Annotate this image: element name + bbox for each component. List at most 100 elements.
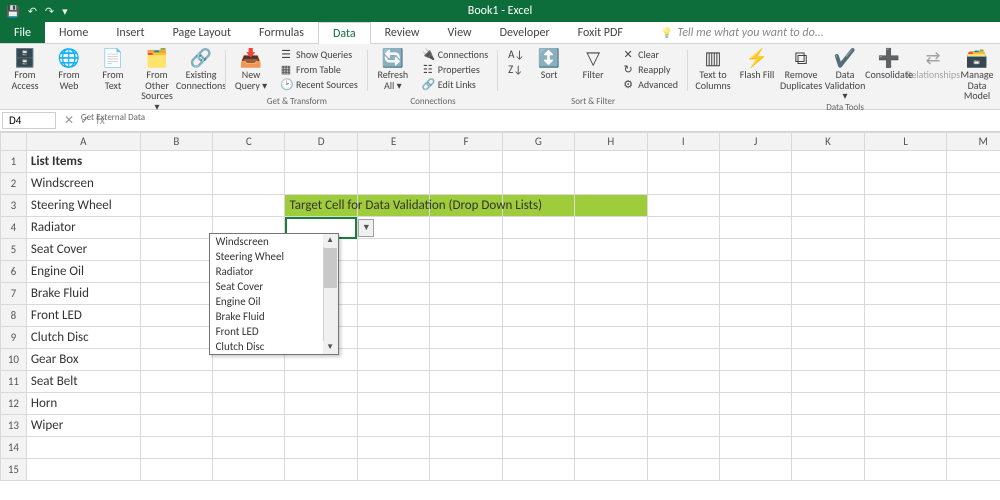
tab-page-layout[interactable]: Page Layout — [159, 22, 245, 43]
refresh-all-button[interactable]: 🔄Refresh All ▾ — [374, 47, 412, 91]
dropdown-option[interactable]: Radiator — [210, 264, 338, 279]
text-to-columns-button[interactable]: ▥Text to Columns — [694, 47, 732, 91]
cell-J15[interactable] — [719, 459, 791, 481]
cell-I8[interactable] — [647, 305, 719, 327]
cell-E6[interactable] — [357, 261, 429, 283]
cell-G1[interactable] — [502, 151, 574, 173]
cell-M14[interactable] — [947, 437, 1000, 459]
column-header[interactable]: B — [140, 133, 212, 151]
cell-G4[interactable] — [502, 217, 574, 239]
edit-links-button[interactable]: 🔗Edit Links — [418, 77, 492, 92]
cell-J2[interactable] — [719, 173, 791, 195]
cell-J4[interactable] — [719, 217, 791, 239]
cell-F10[interactable] — [430, 349, 502, 371]
cell-D14[interactable] — [285, 437, 357, 459]
dropdown-option[interactable]: Steering Wheel — [210, 249, 338, 264]
scrollbar-track[interactable]: ▲ ▼ — [323, 234, 338, 354]
cell-L15[interactable] — [864, 459, 947, 481]
tab-view[interactable]: View — [434, 22, 486, 43]
cell-K11[interactable] — [792, 371, 864, 393]
column-header[interactable]: E — [357, 133, 429, 151]
cell-J3[interactable] — [719, 195, 791, 217]
from-other-sources-button[interactable]: 🗂️From Other Sources ▾ — [138, 47, 176, 112]
cell-L13[interactable] — [864, 415, 947, 437]
cell-F9[interactable] — [430, 327, 502, 349]
cell-J9[interactable] — [719, 327, 791, 349]
cell-C14[interactable] — [213, 437, 285, 459]
cell-K1[interactable] — [792, 151, 864, 173]
cell-K7[interactable] — [792, 283, 864, 305]
from-table-button[interactable]: ▦From Table — [276, 62, 362, 77]
cell-I12[interactable] — [647, 393, 719, 415]
column-header[interactable]: H — [575, 133, 647, 151]
cell-L7[interactable] — [864, 283, 947, 305]
sort-az-button[interactable]: A↓ — [504, 47, 524, 62]
cell-M10[interactable] — [947, 349, 1000, 371]
cell-H1[interactable] — [575, 151, 647, 173]
cell-E10[interactable] — [357, 349, 429, 371]
remove-duplicates-button[interactable]: ⧉Remove Duplicates — [782, 47, 820, 91]
cell-G14[interactable] — [502, 437, 574, 459]
cell-A11[interactable]: Seat Belt — [26, 371, 140, 393]
cell-F6[interactable] — [430, 261, 502, 283]
cell-F13[interactable] — [430, 415, 502, 437]
cell-L2[interactable] — [864, 173, 947, 195]
cell-C13[interactable] — [213, 415, 285, 437]
cell-J10[interactable] — [719, 349, 791, 371]
cell-H12[interactable] — [575, 393, 647, 415]
cell-E7[interactable] — [357, 283, 429, 305]
column-header[interactable]: J — [719, 133, 791, 151]
cell-L5[interactable] — [864, 239, 947, 261]
cell-E11[interactable] — [357, 371, 429, 393]
column-header[interactable]: G — [502, 133, 574, 151]
from-web-button[interactable]: 🌐From Web — [50, 47, 88, 91]
recent-sources-button[interactable]: 🕑Recent Sources — [276, 77, 362, 92]
existing-connections-button[interactable]: 🔗Existing Connections — [182, 47, 220, 91]
cell-J8[interactable] — [719, 305, 791, 327]
column-header[interactable]: F — [430, 133, 502, 151]
cell-D2[interactable] — [285, 173, 357, 195]
cell-B15[interactable] — [140, 459, 212, 481]
dropdown-option[interactable]: Clutch Disc — [210, 339, 338, 354]
cell-F12[interactable] — [430, 393, 502, 415]
cell-D3[interactable]: Target Cell for Data Validation (Drop Do… — [285, 195, 357, 217]
new-query-button[interactable]: 📥New Query ▾ — [232, 47, 270, 91]
dropdown-option[interactable]: Seat Cover — [210, 279, 338, 294]
row-header[interactable]: 15 — [1, 459, 27, 481]
cell-L4[interactable] — [864, 217, 947, 239]
cell-L12[interactable] — [864, 393, 947, 415]
cell-K10[interactable] — [792, 349, 864, 371]
cell-C2[interactable] — [213, 173, 285, 195]
row-header[interactable]: 13 — [1, 415, 27, 437]
sort-za-button[interactable]: Z↓ — [504, 62, 524, 77]
redo-icon[interactable]: ↷ — [45, 5, 54, 18]
cell-L3[interactable] — [864, 195, 947, 217]
cell-B2[interactable] — [140, 173, 212, 195]
cell-D12[interactable] — [285, 393, 357, 415]
cell-B5[interactable] — [140, 239, 212, 261]
row-header[interactable]: 8 — [1, 305, 27, 327]
cell-L1[interactable] — [864, 151, 947, 173]
cell-C3[interactable] — [213, 195, 285, 217]
row-header[interactable]: 3 — [1, 195, 27, 217]
cell-J11[interactable] — [719, 371, 791, 393]
cell-D15[interactable] — [285, 459, 357, 481]
cell-F2[interactable] — [430, 173, 502, 195]
cell-I14[interactable] — [647, 437, 719, 459]
data-validation-dropdown-list[interactable]: ▲ ▼ WindscreenSteering WheelRadiatorSeat… — [209, 233, 339, 355]
cell-A1[interactable]: List Items — [26, 151, 140, 173]
cell-M7[interactable] — [947, 283, 1000, 305]
cell-E8[interactable] — [357, 305, 429, 327]
cell-E14[interactable] — [357, 437, 429, 459]
cell-H9[interactable] — [575, 327, 647, 349]
cell-F8[interactable] — [430, 305, 502, 327]
cell-E5[interactable] — [357, 239, 429, 261]
cell-M6[interactable] — [947, 261, 1000, 283]
select-all-corner[interactable] — [1, 133, 27, 151]
sort-button[interactable]: ↕️Sort — [530, 47, 568, 81]
cell-A2[interactable]: Windscreen — [26, 173, 140, 195]
cell-K14[interactable] — [792, 437, 864, 459]
cell-G6[interactable] — [502, 261, 574, 283]
column-header[interactable]: L — [864, 133, 947, 151]
cell-A4[interactable]: Radiator — [26, 217, 140, 239]
